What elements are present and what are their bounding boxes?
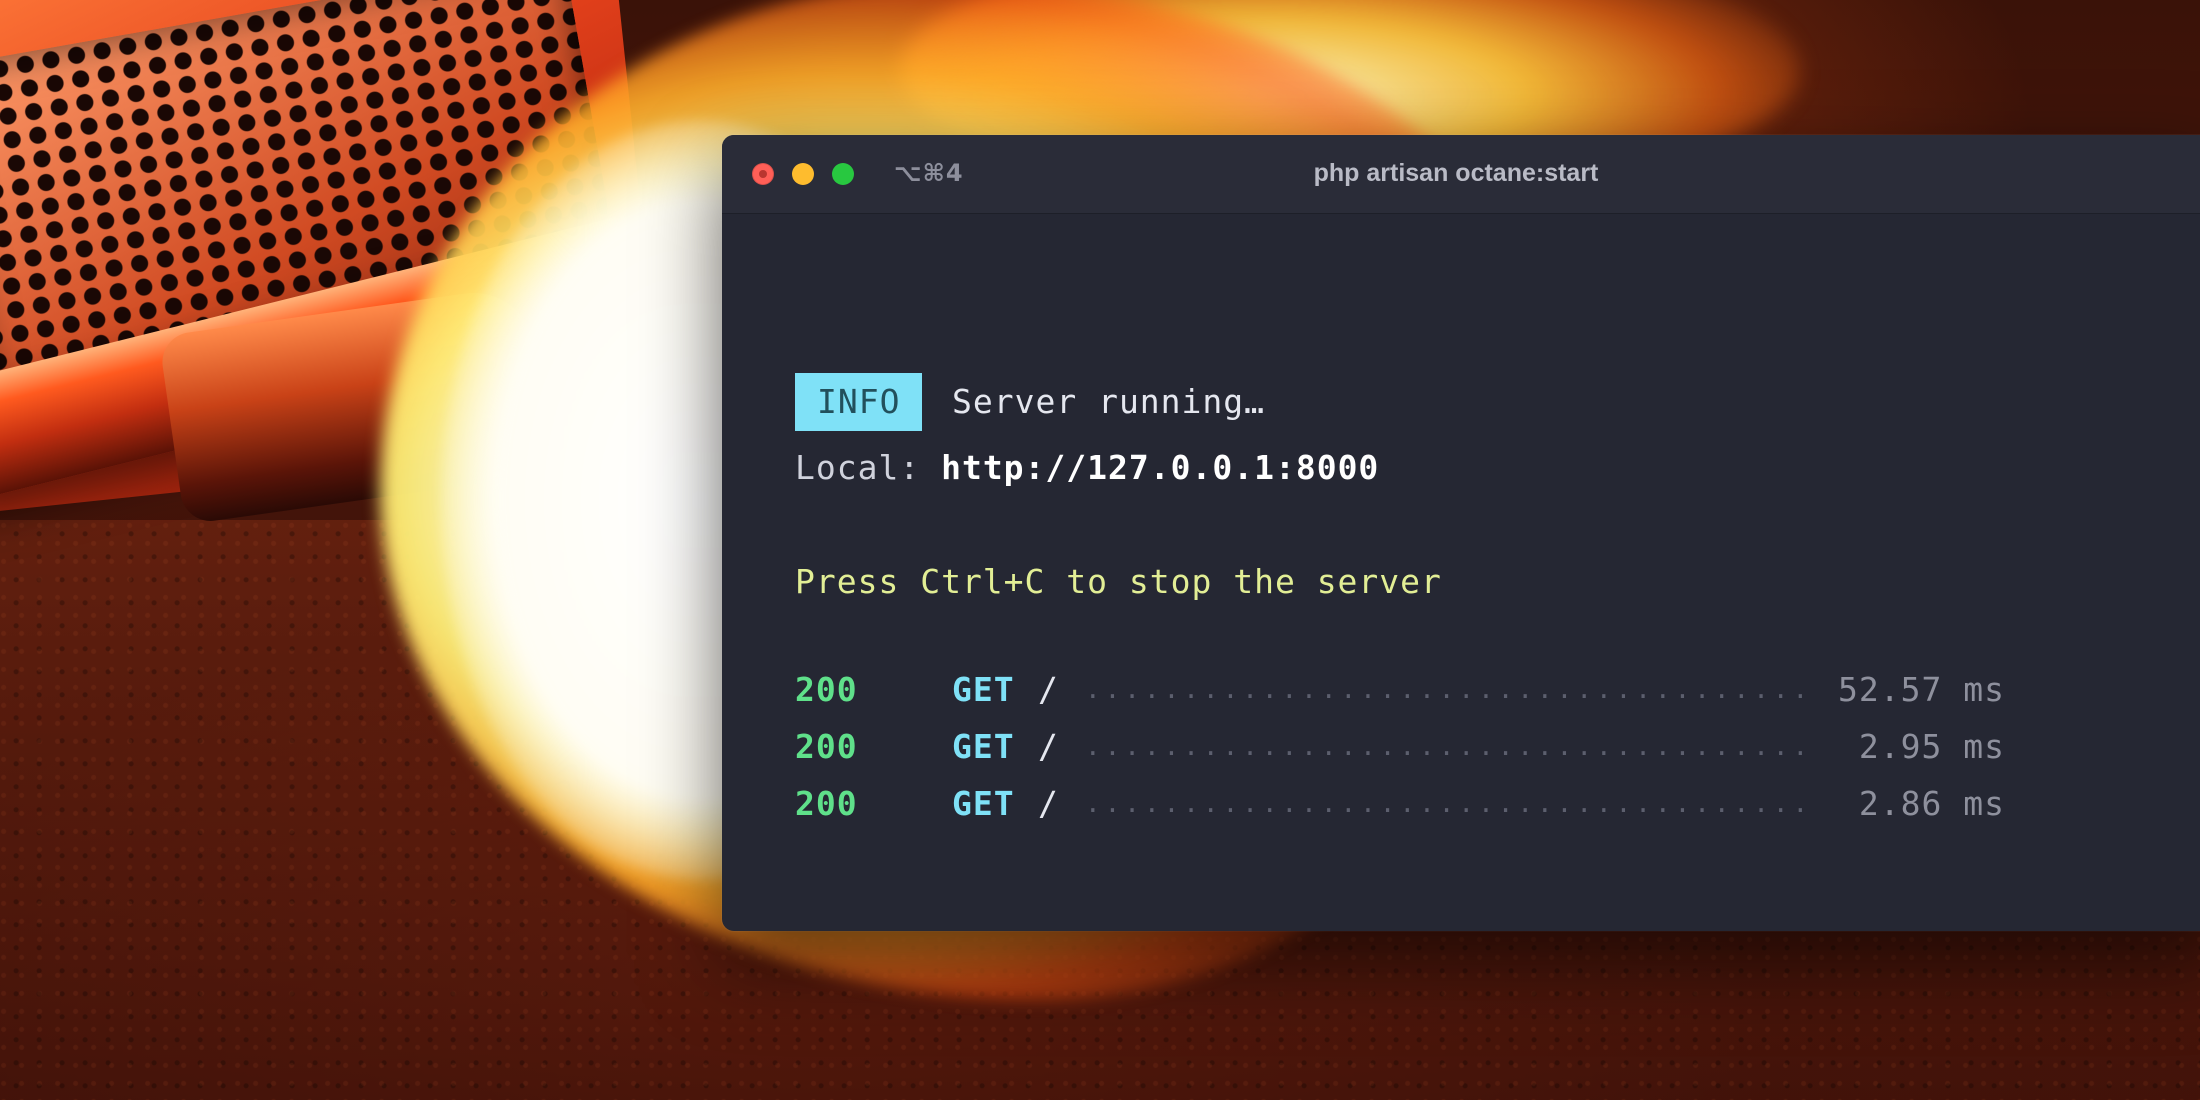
request-log-row: 200 GET / ..............................… bbox=[795, 662, 2005, 718]
request-method: GET bbox=[952, 784, 1015, 823]
request-path: / bbox=[1038, 727, 1059, 766]
request-duration: 2.95 ms bbox=[1858, 727, 2005, 766]
dot-leader: ........................................… bbox=[1085, 789, 1815, 819]
local-url-link[interactable]: http://127.0.0.1:8000 bbox=[941, 448, 1379, 487]
request-path: / bbox=[1038, 784, 1059, 823]
local-label: Local: bbox=[795, 448, 942, 487]
request-method: GET bbox=[952, 727, 1015, 766]
terminal-window[interactable]: ⌥⌘4 php artisan octane:start INFO Server… bbox=[722, 135, 2200, 931]
request-duration: 2.86 ms bbox=[1858, 784, 2005, 823]
dot-leader: ........................................… bbox=[1085, 675, 1815, 705]
request-status: 200 bbox=[795, 670, 858, 709]
dot-leader: ........................................… bbox=[1085, 732, 1815, 762]
info-badge: INFO bbox=[795, 373, 923, 431]
request-status: 200 bbox=[795, 727, 858, 766]
request-log-row: 200 GET / ..............................… bbox=[795, 719, 2005, 775]
local-address-line: Local: http://127.0.0.1:8000 bbox=[795, 439, 1379, 497]
request-log-row: 200 GET / ..............................… bbox=[795, 776, 2005, 832]
request-duration: 52.57 ms bbox=[1838, 670, 2005, 709]
request-method: GET bbox=[952, 670, 1015, 709]
request-status: 200 bbox=[795, 784, 858, 823]
request-path: / bbox=[1038, 670, 1059, 709]
stop-server-hint: Press Ctrl+C to stop the server bbox=[795, 562, 1442, 601]
terminal-titlebar[interactable]: ⌥⌘4 php artisan octane:start bbox=[722, 135, 2200, 214]
window-title: php artisan octane:start bbox=[1313, 159, 1599, 187]
info-message: Server running… bbox=[952, 382, 1266, 421]
